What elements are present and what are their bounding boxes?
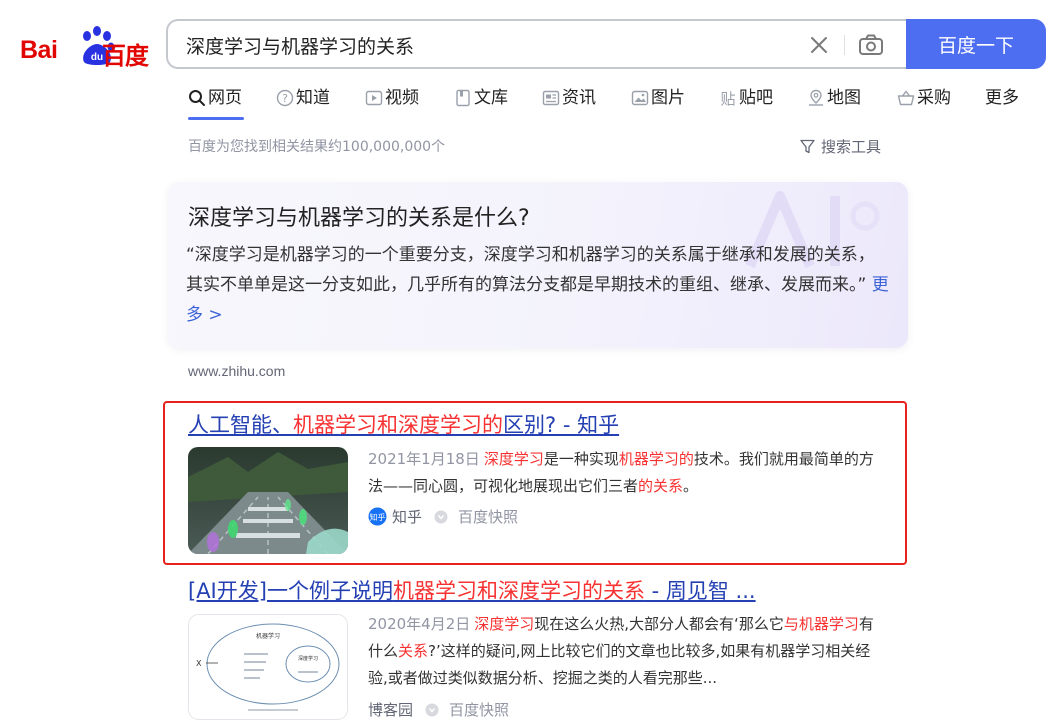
tab-label: 文库	[474, 88, 508, 108]
baidu-logo[interactable]: Bai du 百度	[20, 24, 149, 70]
snippet-highlight: 的关系	[638, 477, 684, 495]
search-button[interactable]: 百度一下	[906, 19, 1046, 69]
thumb-outer-label: 机器学习	[256, 632, 280, 640]
snippet-highlight: 机器学习的	[618, 450, 694, 468]
tab-label: 采购	[917, 88, 951, 108]
search-divider	[844, 35, 845, 55]
result-site[interactable]: 知乎	[392, 506, 422, 527]
result-snippet: 2021年1月18日 深度学习是一种实现机器学习的技术。我们就用最简单的方法——同…	[368, 446, 883, 500]
tab-images[interactable]: 图片	[631, 86, 685, 120]
title-highlight: 机器学习和深度学习的	[293, 413, 503, 437]
thumb-inner-label: 深度学习	[298, 655, 318, 662]
news-icon	[542, 90, 560, 106]
result-thumbnail[interactable]: 机器学习 深度学习 X	[188, 614, 348, 720]
snippet-text: 是一种实现	[543, 450, 619, 468]
tab-label: 网页	[208, 88, 242, 108]
search-tools-label: 搜索工具	[821, 138, 882, 156]
search-box	[166, 19, 908, 69]
filter-icon	[800, 139, 815, 154]
ai-answer-card: 深度学习与机器学习的关系是什么? “深度学习是机器学习的一个重要分支，深度学习和…	[168, 182, 908, 348]
snapshot-link[interactable]: 百度快照	[458, 506, 518, 527]
thumb-side-label: X	[196, 659, 202, 668]
title-highlight: 机器学习和深度学习的关系	[392, 579, 645, 603]
map-icon	[809, 89, 823, 106]
tab-zhidao[interactable]: ? 知道	[276, 86, 330, 120]
snippet-highlight: 深度学习	[474, 615, 535, 633]
clear-icon[interactable]	[808, 34, 830, 56]
tab-label: 资讯	[562, 88, 596, 108]
result-count: 百度为您找到相关结果约100,000,000个	[188, 139, 446, 155]
snippet-text: 现在这么火热,大部分人都会有‘那么它	[534, 615, 784, 633]
zhihu-badge-icon: 知乎	[368, 507, 387, 526]
tab-map[interactable]: 地图	[807, 86, 861, 120]
result-title-link[interactable]: 人工智能、机器学习和深度学习的区别? - 知乎	[188, 409, 619, 439]
result-snippet: 2020年4月2日 深度学习现在这么火热,大部分人都会有‘那么它与机器学习有什么关…	[368, 611, 883, 692]
tab-more[interactable]: 更多	[985, 86, 1019, 120]
shield-icon	[425, 703, 439, 716]
result-thumbnail[interactable]	[188, 447, 348, 554]
ai-answer-title: 深度学习与机器学习的关系是什么?	[188, 206, 530, 231]
tab-label: 贴吧	[739, 88, 773, 108]
result-meta: 知乎 知乎 百度快照	[368, 506, 518, 527]
ai-answer-text: “深度学习是机器学习的一个重要分支，深度学习和机器学习的关系属于继承和发展的关系…	[186, 240, 891, 330]
tab-label: 地图	[827, 88, 861, 108]
title-text: - 周见智 ...	[644, 579, 756, 603]
tieba-icon: 贴	[720, 90, 735, 107]
video-icon	[365, 90, 383, 106]
svg-text:贴: 贴	[720, 90, 735, 107]
tab-label: 更多	[985, 88, 1019, 108]
tab-label: 图片	[651, 88, 685, 108]
ai-answer-body: “深度学习是机器学习的一个重要分支，深度学习和机器学习的关系属于继承和发展的关系…	[186, 245, 875, 295]
title-text: 区别? - 知乎	[503, 413, 620, 437]
result-meta: 博客园 百度快照	[368, 699, 509, 720]
result-date: 2021年1月18日	[368, 450, 480, 468]
svg-text:知乎: 知乎	[370, 512, 386, 522]
svg-text:?: ?	[282, 92, 288, 105]
source-url[interactable]: www.zhihu.com	[188, 363, 285, 379]
tab-wenku[interactable]: 文库	[454, 86, 508, 120]
search-input[interactable]	[186, 31, 786, 59]
tab-label: 视频	[385, 88, 419, 108]
tab-purchase[interactable]: 采购	[897, 86, 951, 120]
title-text: [AI开发]一个例子说明	[188, 579, 393, 603]
search-tools-button[interactable]: 搜索工具	[800, 136, 881, 157]
camera-icon[interactable]	[858, 33, 884, 57]
logo-latin-text: Bai	[20, 36, 58, 64]
question-icon: ?	[276, 89, 294, 107]
tab-news[interactable]: 资讯	[542, 86, 596, 120]
logo-chinese-text: 百度	[102, 42, 149, 70]
snippet-text: 。	[683, 477, 699, 495]
shield-icon	[434, 510, 448, 523]
snippet-highlight: 关系	[398, 642, 429, 660]
tab-video[interactable]: 视频	[365, 86, 419, 120]
result-site[interactable]: 博客园	[368, 699, 413, 720]
result-date: 2020年4月2日	[368, 615, 471, 633]
snippet-text: ?’这样的疑问,网上比较它们的文章也比较多,如果有机器学习相关经验,或者做过类似…	[368, 642, 871, 687]
basket-icon	[897, 90, 915, 106]
document-icon	[456, 89, 470, 107]
result-title-link[interactable]: [AI开发]一个例子说明机器学习和深度学习的关系 - 周见智 ...	[188, 575, 756, 605]
tab-tieba[interactable]: 贴 贴吧	[719, 86, 773, 120]
tab-label: 知道	[296, 88, 330, 108]
image-icon	[631, 90, 649, 106]
snapshot-link[interactable]: 百度快照	[449, 699, 509, 720]
snippet-highlight: 深度学习	[483, 450, 544, 468]
title-text: 人工智能、	[188, 413, 293, 437]
search-icon	[189, 90, 205, 106]
tab-web[interactable]: 网页	[188, 86, 244, 120]
snippet-highlight: 与机器学习	[783, 615, 859, 633]
